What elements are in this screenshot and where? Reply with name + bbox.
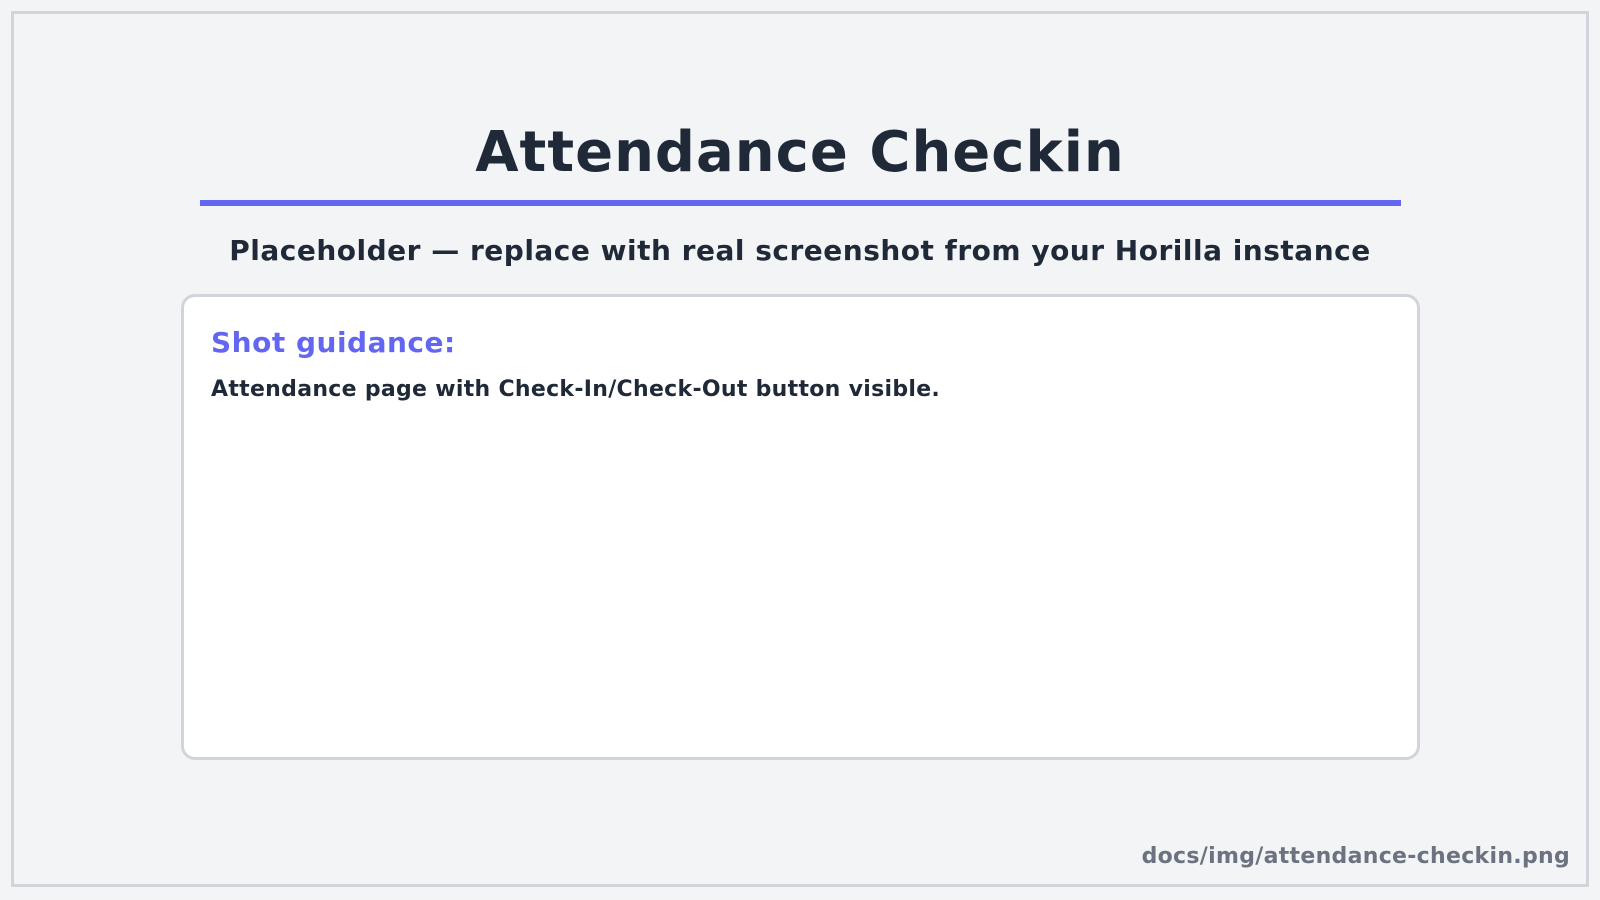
guidance-card: Shot guidance: Attendance page with Chec…	[181, 294, 1420, 760]
image-path-label: docs/img/attendance-checkin.png	[1141, 844, 1570, 869]
page-title: Attendance Checkin	[475, 120, 1125, 185]
guidance-text: Attendance page with Check-In/Check-Out …	[211, 377, 941, 402]
page-subtitle: Placeholder — replace with real screensh…	[229, 234, 1371, 267]
guidance-heading: Shot guidance:	[211, 326, 456, 359]
title-underline	[200, 200, 1401, 206]
